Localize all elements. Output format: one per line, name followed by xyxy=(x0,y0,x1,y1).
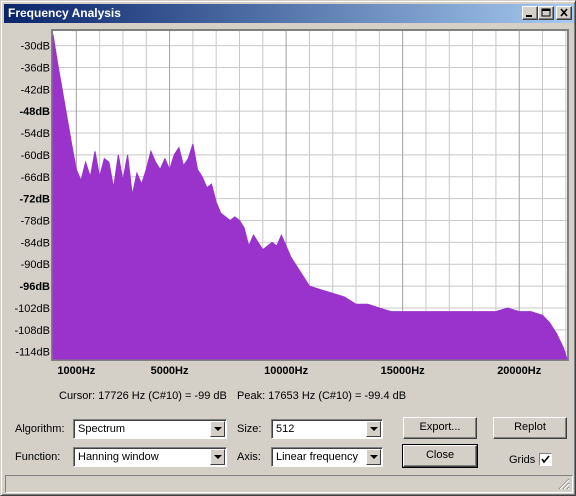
function-value: Hanning window xyxy=(78,451,159,463)
y-tick-label: -102dB xyxy=(15,303,50,315)
size-select[interactable]: 512 xyxy=(271,419,383,439)
y-tick-label: -42dB xyxy=(21,84,50,96)
y-tick-label: -60dB xyxy=(21,150,50,162)
status-bar xyxy=(5,475,573,493)
cursor-readout: Cursor: 17726 Hz (C#10) = -99 dB xyxy=(59,390,227,402)
size-label: Size: xyxy=(237,423,262,435)
y-tick-label: -78dB xyxy=(21,216,50,228)
x-tick-label: 20000Hz xyxy=(497,365,542,377)
y-tick-label: -90dB xyxy=(21,259,50,271)
chevron-down-icon[interactable] xyxy=(366,421,381,437)
size-value: 512 xyxy=(276,423,295,435)
y-tick-label: -66dB xyxy=(21,172,50,184)
replot-button[interactable]: Replot xyxy=(493,417,567,439)
chevron-down-icon[interactable] xyxy=(366,449,381,465)
function-label: Function: xyxy=(15,451,61,463)
y-tick-label: -96dB xyxy=(19,281,50,293)
title-bar[interactable]: Frequency Analysis xyxy=(4,4,574,23)
minimize-icon xyxy=(526,15,532,17)
frequency-analysis-window: Frequency Analysis -30dB -36dB -42dB -48dB -… xyxy=(0,0,576,496)
resize-grip-icon[interactable] xyxy=(558,478,570,490)
axis-label: Axis: xyxy=(237,451,261,463)
maximize-icon xyxy=(541,8,551,17)
function-select[interactable]: Hanning window xyxy=(73,447,227,467)
algorithm-select[interactable]: Spectrum xyxy=(73,419,227,439)
window-title: Frequency Analysis xyxy=(8,6,121,20)
axis-select[interactable]: Linear frequency xyxy=(271,447,383,467)
chevron-down-icon[interactable] xyxy=(210,449,225,465)
export-button[interactable]: Export... xyxy=(403,417,477,439)
x-tick-label: 5000Hz xyxy=(151,365,189,377)
x-tick-label: 15000Hz xyxy=(381,365,426,377)
y-tick-label: -54dB xyxy=(21,128,50,140)
close-button[interactable]: Close xyxy=(402,444,478,468)
y-tick-label: -72dB xyxy=(19,194,50,206)
x-tick-label: 10000Hz xyxy=(264,365,309,377)
algorithm-value: Spectrum xyxy=(78,423,126,435)
y-tick-label: -30dB xyxy=(21,41,50,53)
y-tick-label: -108dB xyxy=(15,325,50,337)
y-tick-label: -84dB xyxy=(21,237,50,249)
axis-value: Linear frequency xyxy=(276,451,358,463)
minimize-button[interactable] xyxy=(522,6,538,20)
grids-label: Grids xyxy=(509,454,536,466)
close-icon xyxy=(560,8,568,17)
grids-checkbox[interactable] xyxy=(539,453,552,466)
peak-readout: Peak: 17653 Hz (C#10) = -99.4 dB xyxy=(237,390,407,402)
spectrum-chart[interactable]: -30dB -36dB -42dB -48dB -54dB -60dB -66dB -72dB… xyxy=(1,25,576,385)
checkmark-icon xyxy=(541,455,550,464)
chevron-down-icon[interactable] xyxy=(210,421,225,437)
maximize-button[interactable] xyxy=(538,6,554,20)
algorithm-label: Algorithm: xyxy=(15,423,65,435)
y-tick-label: -114dB xyxy=(15,347,50,359)
y-tick-label: -48dB xyxy=(19,106,50,118)
close-window-button[interactable] xyxy=(556,6,572,20)
y-tick-label: -36dB xyxy=(21,62,50,74)
x-tick-label: 1000Hz xyxy=(57,365,95,377)
